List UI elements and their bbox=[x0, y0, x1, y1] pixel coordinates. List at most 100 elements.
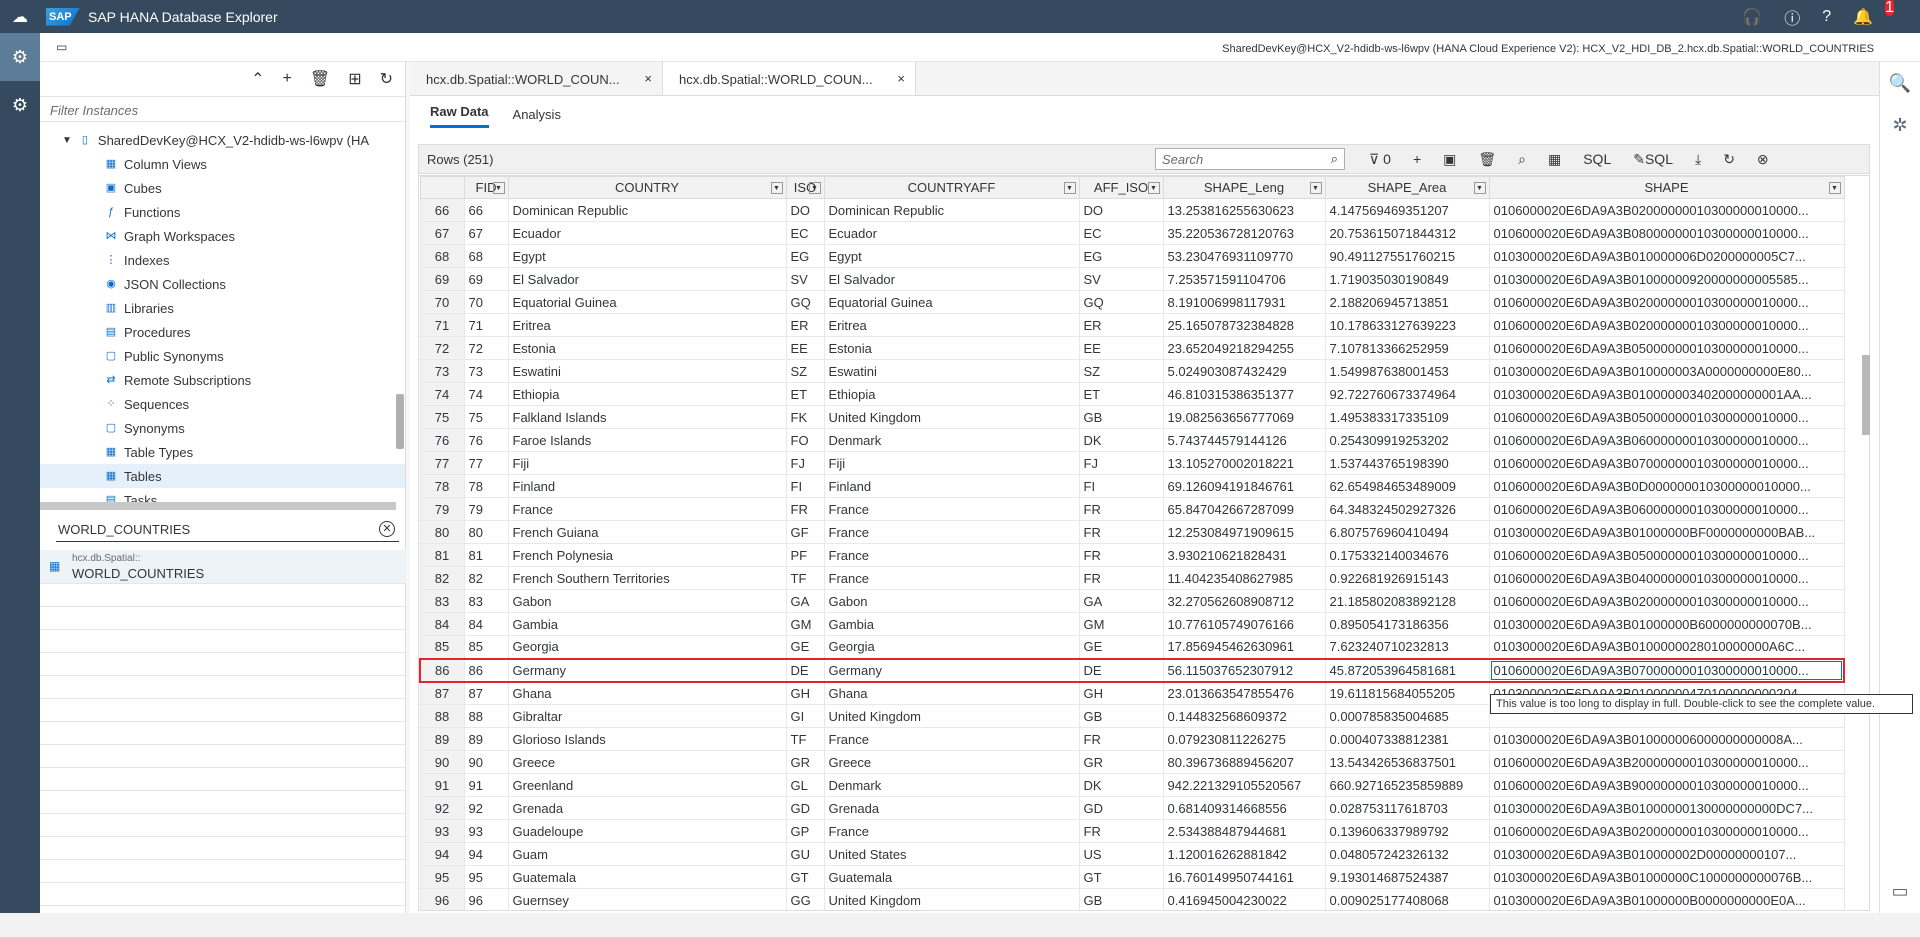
table-cell[interactable]: Ethiopia bbox=[507, 382, 787, 406]
table-cell[interactable]: 0106000020E6DA9A3B0200000001030000001000… bbox=[1488, 198, 1845, 222]
column-filter-icon[interactable]: ▼ bbox=[492, 182, 505, 194]
table-cell[interactable]: United Kingdom bbox=[823, 405, 1080, 429]
table-cell[interactable]: SZ bbox=[1078, 359, 1164, 383]
table-cell[interactable]: SZ bbox=[785, 359, 825, 383]
table-cell[interactable]: 13.543426536837501 bbox=[1324, 750, 1490, 774]
table-cell[interactable]: 7.107813366252959 bbox=[1324, 336, 1490, 360]
table-cell[interactable]: Falkland Islands bbox=[507, 405, 787, 429]
table-row[interactable]: 91 91 Greenland GL Denmark DK 942.221329105520… bbox=[419, 773, 1845, 797]
table-row[interactable]: 80 80 French Guiana GF France FR 12.2530849719… bbox=[419, 520, 1845, 544]
table-cell[interactable]: 80.396736889456207 bbox=[1162, 750, 1326, 774]
table-cell[interactable]: Denmark bbox=[823, 773, 1080, 797]
clear-icon[interactable]: ✕ bbox=[379, 521, 395, 537]
table-cell[interactable]: FR bbox=[1078, 543, 1164, 567]
table-cell[interactable]: 88 bbox=[463, 704, 509, 728]
table-cell[interactable]: Germany bbox=[507, 657, 787, 683]
search-icon[interactable]: 🔍 bbox=[1880, 62, 1920, 104]
table-cell[interactable]: ER bbox=[785, 313, 825, 337]
table-cell[interactable]: France bbox=[823, 727, 1080, 751]
table-cell[interactable]: 10.776105749076166 bbox=[1162, 612, 1326, 636]
table-cell[interactable]: Egypt bbox=[507, 244, 787, 268]
table-cell[interactable]: GE bbox=[785, 635, 825, 659]
table-cell[interactable]: 5.743744579144126 bbox=[1162, 428, 1326, 452]
tree-item-column-views[interactable]: Column Views bbox=[124, 157, 207, 172]
table-cell[interactable]: GL bbox=[785, 773, 825, 797]
table-cell[interactable]: GD bbox=[1078, 796, 1164, 820]
table-cell[interactable]: 0106000020E6DA9A3B0600000001030000001000… bbox=[1488, 428, 1845, 452]
table-cell[interactable]: 46.810315386351377 bbox=[1162, 382, 1326, 406]
table-cell[interactable]: GB bbox=[1078, 405, 1164, 429]
table-cell[interactable]: 1.537443765198390 bbox=[1324, 451, 1490, 475]
table-cell[interactable]: France bbox=[823, 819, 1080, 843]
table-cell[interactable]: 0103000020E6DA9A3B01000000130000000000DC… bbox=[1488, 796, 1845, 820]
tree-hscrollbar[interactable] bbox=[40, 502, 396, 510]
refresh-icon[interactable]: ↻ bbox=[1723, 151, 1735, 168]
table-row[interactable]: 90 90 Greece GR Greece GR 80.396736889456207 13… bbox=[419, 750, 1845, 774]
table-row[interactable]: 96 96 Guernsey GG United Kingdom GB 0.41694500… bbox=[419, 888, 1845, 910]
table-cell[interactable]: Greece bbox=[507, 750, 787, 774]
table-row[interactable]: 93 93 Guadeloupe GP France FR 2.53438848794468… bbox=[419, 819, 1845, 843]
collapse-icon[interactable]: ⌃ bbox=[251, 69, 264, 89]
table-cell[interactable]: DE bbox=[785, 657, 825, 683]
table-cell[interactable]: French Southern Territories bbox=[507, 566, 787, 590]
table-cell[interactable]: 0103000020E6DA9A3B0100000028010000000A6C… bbox=[1488, 635, 1845, 659]
table-cell[interactable]: FI bbox=[1078, 474, 1164, 498]
table-cell[interactable]: FJ bbox=[785, 451, 825, 475]
table-cell[interactable]: 69.126094191846761 bbox=[1162, 474, 1326, 498]
table-cell[interactable]: 53.230476931109770 bbox=[1162, 244, 1326, 268]
table-cell[interactable]: EC bbox=[1078, 221, 1164, 245]
table-cell[interactable]: 0106000020E6DA9A3B0200000001030000001000… bbox=[1488, 589, 1845, 613]
table-cell[interactable]: 94 bbox=[463, 842, 509, 866]
table-cell[interactable]: Ghana bbox=[823, 681, 1080, 705]
table-row[interactable]: 71 71 Eritrea ER Eritrea ER 25.165078732384828… bbox=[419, 313, 1845, 337]
table-cell[interactable]: GF bbox=[785, 520, 825, 544]
table-cell[interactable]: Eritrea bbox=[823, 313, 1080, 337]
table-row[interactable]: 67 67 Ecuador EC Ecuador EC 35.220536728120763… bbox=[419, 221, 1845, 245]
table-cell[interactable]: United Kingdom bbox=[823, 888, 1080, 910]
table-row[interactable]: 82 82 French Southern Territories TF France F… bbox=[419, 566, 1845, 590]
table-cell[interactable]: 76 bbox=[463, 428, 509, 452]
table-cell[interactable]: El Salvador bbox=[507, 267, 787, 291]
download-icon[interactable]: ⤓ bbox=[1695, 151, 1701, 168]
table-cell[interactable]: Guatemala bbox=[507, 865, 787, 889]
table-cell[interactable]: EE bbox=[1078, 336, 1164, 360]
table-cell[interactable]: 0.028753117618703 bbox=[1324, 796, 1490, 820]
tree-item-cubes[interactable]: Cubes bbox=[124, 181, 162, 196]
table-cell[interactable]: 56.115037652307912 bbox=[1162, 657, 1326, 683]
table-cell[interactable]: 11.404235408627985 bbox=[1162, 566, 1326, 590]
table-cell[interactable]: 4.147569469351207 bbox=[1324, 198, 1490, 222]
tab-analysis[interactable]: Analysis bbox=[513, 107, 561, 128]
table-row[interactable]: 86 86 Germany DE Germany DE 56.115037652307912… bbox=[419, 657, 1845, 683]
table-cell[interactable]: Georgia bbox=[823, 635, 1080, 659]
table-cell[interactable]: GR bbox=[785, 750, 825, 774]
add-icon[interactable]: + bbox=[283, 70, 292, 88]
table-cell[interactable]: 0103000020E6DA9A3B010000006000000000008A… bbox=[1488, 727, 1845, 751]
table-cell[interactable]: 80 bbox=[463, 520, 509, 544]
query-icon[interactable]: ⌕ bbox=[1518, 151, 1526, 168]
table-cell[interactable]: Germany bbox=[823, 657, 1080, 683]
result-item[interactable]: ▦ hcx.db.Spatial:: WORLD_COUNTRIES bbox=[40, 550, 406, 584]
table-cell[interactable]: 0103000020E6DA9A3B010000006D0200000005C7… bbox=[1488, 244, 1845, 268]
debug-icon[interactable]: ✲ bbox=[1880, 104, 1920, 146]
table-cell[interactable]: 0106000020E6DA9A3B0200000001030000001000… bbox=[1488, 819, 1845, 843]
table-cell[interactable]: 0106000020E6DA9A3B0400000001030000001000… bbox=[1488, 566, 1845, 590]
table-row[interactable]: 92 92 Grenada GD Grenada GD 0.681409314668556 0… bbox=[419, 796, 1845, 820]
table-cell[interactable]: 68 bbox=[463, 244, 509, 268]
close-grid-icon[interactable]: ⊗ bbox=[1757, 151, 1769, 168]
table-cell[interactable]: Eswatini bbox=[823, 359, 1080, 383]
table-cell[interactable]: Estonia bbox=[823, 336, 1080, 360]
table-cell[interactable]: Dominican Republic bbox=[507, 198, 787, 222]
table-cell[interactable]: ER bbox=[1078, 313, 1164, 337]
column-header[interactable]: ISO ▼ bbox=[785, 176, 825, 199]
table-cell[interactable]: 71 bbox=[463, 313, 509, 337]
table-cell[interactable]: Ecuador bbox=[507, 221, 787, 245]
table-cell[interactable]: 87 bbox=[463, 681, 509, 705]
table-cell[interactable]: 32.270562608908712 bbox=[1162, 589, 1326, 613]
table-cell[interactable]: DO bbox=[785, 198, 825, 222]
table-row[interactable]: 89 89 Glorioso Islands TF France FR 0.07923081… bbox=[419, 727, 1845, 751]
table-cell[interactable]: US bbox=[1078, 842, 1164, 866]
table-cell[interactable]: 73 bbox=[463, 359, 509, 383]
tree-item-json-collections[interactable]: JSON Collections bbox=[124, 277, 226, 292]
tree-item-functions[interactable]: Functions bbox=[124, 205, 180, 220]
table-cell[interactable]: 0106000020E6DA9A3B0500000001030000001000… bbox=[1488, 336, 1845, 360]
